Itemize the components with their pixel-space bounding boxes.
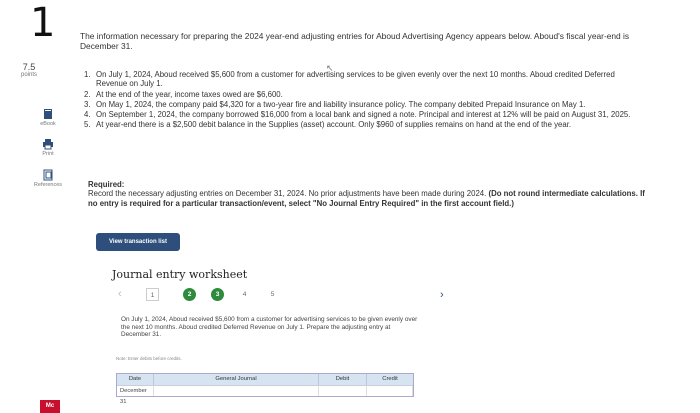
account-select[interactable] [154, 386, 319, 396]
printer-icon [42, 137, 54, 150]
list-item: 2. At the end of the year, income taxes o… [84, 89, 283, 99]
points-label: points [20, 72, 37, 78]
date-cell: December 31 [117, 386, 154, 405]
worksheet-stepper: ‹ 1 2 3 4 5 [112, 287, 457, 305]
credit-header: Credit [382, 376, 398, 382]
references-icon [42, 168, 54, 181]
step-1-button[interactable]: 1 [146, 288, 159, 301]
book-icon [42, 107, 54, 119]
list-item: 1. On July 1, 2024, Aboud received $5,600… [84, 70, 615, 89]
sidebar-item-label: Print [42, 151, 54, 157]
question-number: 1 [30, 0, 56, 46]
list-item: 3. On May 1, 2024, the company paid $4,32… [84, 99, 586, 109]
required-section: Required: Record the necessary adjusting… [88, 180, 648, 208]
sidebar-item-references[interactable]: References [28, 168, 68, 188]
general-journal-header: General Journal [154, 374, 319, 385]
sidebar-item-label: eBook [40, 121, 56, 127]
worksheet-description: On July 1, 2024, Aboud received $5,600 f… [121, 316, 418, 339]
worksheet-note: Note: Enter debits before credits. [116, 356, 182, 361]
previous-arrow-icon[interactable]: ‹ [118, 288, 122, 300]
transaction-list: 1. On July 1, 2024, Aboud received $5,600… [84, 70, 644, 131]
journal-table-header: Date General Journal Debit Credit [117, 374, 413, 385]
view-transaction-list-button[interactable]: View transaction list [96, 233, 180, 251]
points-value: 7.5 [22, 62, 36, 72]
next-arrow-icon[interactable]: › [440, 289, 444, 301]
sidebar-item-label: References [33, 182, 63, 188]
list-item: 4. On September 1, 2024, the company borr… [84, 110, 631, 120]
problem-intro: The information necessary for preparing … [80, 31, 630, 51]
table-row: December 31 [117, 385, 413, 405]
credit-input[interactable] [367, 386, 413, 396]
required-heading: Required: [88, 180, 125, 189]
required-text: Record the necessary adjusting entries o… [88, 189, 487, 199]
step-5-button[interactable]: 5 [266, 288, 279, 301]
debit-header: Debit [319, 374, 367, 385]
date-header: Date [117, 374, 154, 385]
worksheet-title: Journal entry worksheet [112, 268, 248, 281]
step-4-button[interactable]: 4 [238, 288, 251, 301]
step-3-button[interactable]: 3 [211, 288, 224, 301]
mcgraw-hill-logo: Mc [40, 400, 60, 413]
points-indicator: 7.5 points [14, 62, 44, 78]
list-item: 5. At year-end there is a $2,500 debit ba… [84, 120, 572, 130]
journal-table: Date General Journal Debit Credit Decemb… [116, 373, 414, 405]
debit-input[interactable] [319, 386, 367, 396]
sidebar-item-ebook[interactable]: eBook [28, 107, 68, 127]
sidebar-item-print[interactable]: Print [28, 137, 68, 157]
step-2-button[interactable]: 2 [183, 288, 196, 301]
